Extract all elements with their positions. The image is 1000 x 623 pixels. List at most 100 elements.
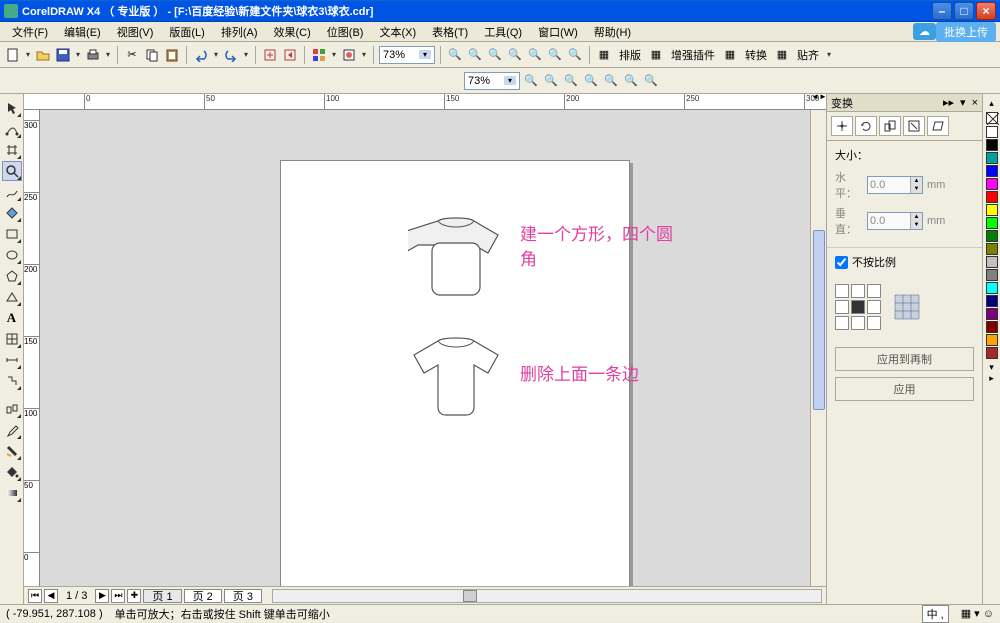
color-swatch[interactable] — [986, 139, 998, 151]
color-swatch[interactable] — [986, 191, 998, 203]
zoom-level-input[interactable] — [468, 75, 504, 87]
cut-button[interactable]: ✂ — [123, 46, 141, 64]
chevron-down-icon[interactable]: ▾ — [504, 76, 516, 85]
color-swatch[interactable] — [986, 269, 998, 281]
chevron-down-icon[interactable]: ▾ — [419, 50, 431, 59]
color-swatch[interactable] — [986, 204, 998, 216]
page-first-button[interactable]: ⏮ — [28, 589, 42, 603]
page-tab-2[interactable]: 页 2 — [184, 589, 222, 603]
rectangle-tool[interactable] — [2, 224, 22, 244]
fill-tool[interactable] — [2, 462, 22, 482]
zoom-tool[interactable] — [2, 161, 22, 181]
close-button[interactable]: × — [976, 2, 996, 20]
open-button[interactable] — [34, 46, 52, 64]
ellipse-tool[interactable] — [2, 245, 22, 265]
zoom-pgh-button[interactable]: 🔍 — [642, 72, 660, 90]
no-color-swatch[interactable] — [986, 112, 998, 124]
canvas-area[interactable]: 建一个方形，四个圆角 删除上面一条边 — [40, 110, 810, 586]
transform-skew-button[interactable] — [927, 116, 949, 136]
color-swatch[interactable] — [986, 334, 998, 346]
menu-effects[interactable]: 效果(C) — [266, 22, 319, 42]
page-tab-1[interactable]: 页 1 — [143, 589, 181, 603]
convert-plugin-icon[interactable]: ▦ — [721, 46, 739, 64]
page-prev-button[interactable]: ◀ — [44, 589, 58, 603]
menu-layout[interactable]: 版面(L) — [161, 22, 212, 42]
color-swatch[interactable] — [986, 282, 998, 294]
docker-close-button[interactable]: × — [972, 97, 978, 109]
docker-flyout-button[interactable]: ▸▸ — [943, 96, 954, 109]
menu-view[interactable]: 视图(V) — [109, 22, 162, 42]
transform-rotate-button[interactable] — [855, 116, 877, 136]
zoom-height-button[interactable]: 🔍 — [546, 46, 564, 64]
cloud-icon-button[interactable]: ☁ — [913, 23, 936, 40]
zoom-level-combo[interactable]: ▾ — [464, 72, 520, 90]
interactive-fill-tool[interactable] — [2, 483, 22, 503]
import-button[interactable] — [261, 46, 279, 64]
redo-button[interactable] — [222, 46, 240, 64]
table-tool[interactable] — [2, 329, 22, 349]
copy-button[interactable] — [143, 46, 161, 64]
zoom-actual-button[interactable]: 🔍 — [542, 72, 560, 90]
smart-fill-tool[interactable] — [2, 203, 22, 223]
menu-file[interactable]: 文件(F) — [4, 22, 56, 42]
app-launcher-button[interactable] — [310, 46, 328, 64]
menu-window[interactable]: 窗口(W) — [530, 22, 586, 42]
menu-help[interactable]: 帮助(H) — [586, 22, 639, 42]
menu-edit[interactable]: 编辑(E) — [56, 22, 109, 42]
zoom-out-button[interactable]: 🔍 — [466, 46, 484, 64]
align-plugin-icon[interactable]: ▦ — [773, 46, 791, 64]
color-swatch[interactable] — [986, 243, 998, 255]
app-launcher-dropdown[interactable]: ▾ — [330, 50, 338, 59]
undo-button[interactable] — [192, 46, 210, 64]
layout-plugin-icon[interactable]: ▦ — [595, 46, 613, 64]
zoom-pg-button[interactable]: 🔍 — [602, 72, 620, 90]
horizontal-scrollbar[interactable] — [272, 589, 822, 603]
text-tool[interactable]: A — [2, 308, 22, 328]
page-last-button[interactable]: ⏭ — [111, 589, 125, 603]
undo-dropdown[interactable]: ▾ — [212, 50, 220, 59]
basic-shapes-tool[interactable] — [2, 287, 22, 307]
transform-position-button[interactable] — [831, 116, 853, 136]
apply-duplicate-button[interactable]: 应用到再制 — [835, 347, 974, 371]
zoom-fit-button[interactable]: 🔍 — [486, 46, 504, 64]
menu-table[interactable]: 表格(T) — [424, 22, 476, 42]
zoom-input[interactable] — [383, 49, 419, 61]
color-swatch[interactable] — [986, 152, 998, 164]
color-swatch[interactable] — [986, 165, 998, 177]
color-swatch[interactable] — [986, 295, 998, 307]
print-button[interactable] — [84, 46, 102, 64]
zoom-in-button[interactable]: 🔍 — [446, 46, 464, 64]
color-swatch[interactable] — [986, 256, 998, 268]
zoom-page-button[interactable]: 🔍 — [506, 46, 524, 64]
cloud-upload-button[interactable]: 批换上传 — [936, 22, 996, 42]
pick-tool[interactable] — [2, 98, 22, 118]
paste-button[interactable] — [163, 46, 181, 64]
zoom-combo[interactable]: ▾ — [379, 46, 435, 64]
connector-tool[interactable] — [2, 371, 22, 391]
welcome-dropdown[interactable]: ▾ — [360, 50, 368, 59]
zoom-selection-button[interactable]: 🔍 — [566, 46, 584, 64]
dimension-tool[interactable] — [2, 350, 22, 370]
save-button[interactable] — [54, 46, 72, 64]
redo-dropdown[interactable]: ▾ — [242, 50, 250, 59]
zoom-width-button[interactable]: 🔍 — [526, 46, 544, 64]
hscroll-thumb[interactable] — [463, 590, 477, 602]
page-next-button[interactable]: ▶ — [95, 589, 109, 603]
color-swatch[interactable] — [986, 178, 998, 190]
color-swatch[interactable] — [986, 126, 998, 138]
shape-tool[interactable] — [2, 119, 22, 139]
docker-menu-button[interactable]: ▾ — [960, 96, 966, 109]
palette-flyout[interactable]: ▸ — [989, 373, 994, 384]
enhance-plugin-label[interactable]: 增强插件 — [667, 47, 719, 63]
transform-size-button[interactable] — [903, 116, 925, 136]
crop-tool[interactable] — [2, 140, 22, 160]
freehand-tool[interactable] — [2, 182, 22, 202]
new-dropdown[interactable]: ▾ — [24, 50, 32, 59]
zoom-sel-button[interactable]: 🔍 — [582, 72, 600, 90]
horizontal-spinner[interactable]: ▲▼ — [867, 176, 923, 194]
palette-scroll-down[interactable]: ▾ — [989, 362, 994, 373]
save-dropdown[interactable]: ▾ — [74, 50, 82, 59]
menu-bitmap[interactable]: 位图(B) — [319, 22, 372, 42]
color-swatch[interactable] — [986, 230, 998, 242]
zoom-all-button[interactable]: 🔍 — [562, 72, 580, 90]
